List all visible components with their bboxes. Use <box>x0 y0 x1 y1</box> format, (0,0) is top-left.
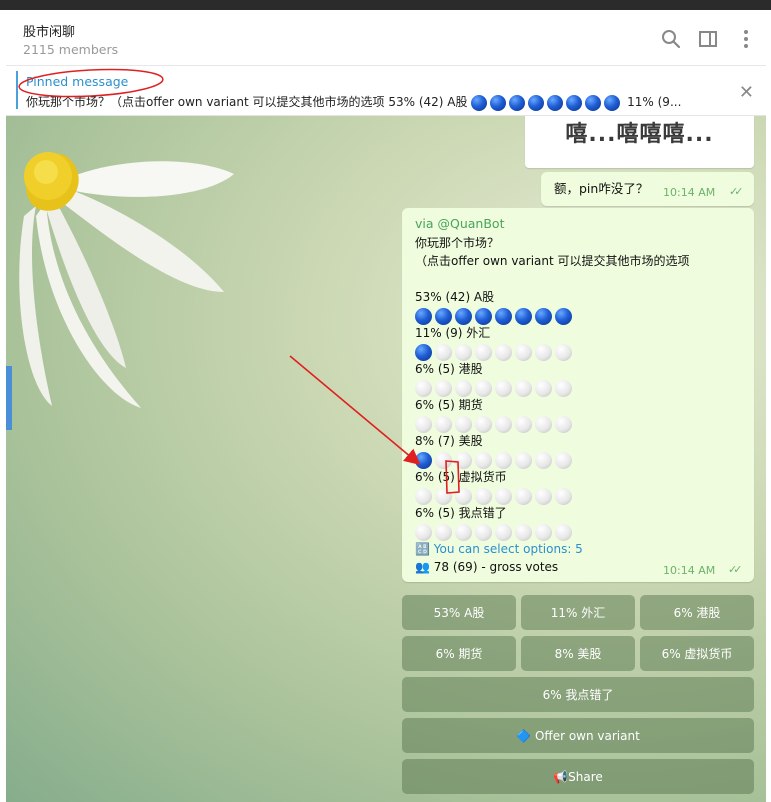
more-menu-icon[interactable] <box>735 28 757 50</box>
window-top-strip <box>0 0 771 10</box>
poll-vote-button[interactable]: 6% 港股 <box>640 595 754 630</box>
poll-vote-button[interactable]: 11% 外汇 <box>521 595 635 630</box>
chat-header: 股市闲聊 2115 members <box>6 10 766 66</box>
poll-vote-button[interactable]: 8% 美股 <box>521 636 635 671</box>
member-count[interactable]: 2115 members <box>23 42 118 57</box>
filled-circle-icon <box>604 94 621 111</box>
filled-circle-icon <box>471 94 488 111</box>
filled-circle-icon <box>585 94 602 111</box>
poll-vote-button[interactable]: 6% 期货 <box>402 636 516 671</box>
filled-circle-icon <box>547 94 564 111</box>
pinned-poll-circles <box>471 94 623 111</box>
close-icon[interactable]: ✕ <box>739 82 754 103</box>
filled-circle-icon <box>566 94 583 111</box>
telegram-window: 股市闲聊 2115 members Pinned message 你玩那个市场？… <box>6 10 766 802</box>
sidebar-toggle-icon[interactable] <box>697 28 719 50</box>
search-icon[interactable] <box>660 28 682 50</box>
chat-area: 嘻...嘻嘻嘻... 额，pin咋没了？ 10:14 AM ✓✓ via @Qu… <box>6 116 766 802</box>
red-ellipse-annotation <box>18 68 164 98</box>
filled-circle-icon <box>490 94 507 111</box>
poll-vote-button[interactable]: 6% 虚拟货币 <box>640 636 754 671</box>
filled-circle-icon <box>528 94 545 111</box>
share-button[interactable]: 📢Share <box>402 759 754 794</box>
poll-vote-button[interactable]: 53% A股 <box>402 595 516 630</box>
pinned-tail: 11% (9... <box>627 95 682 109</box>
chat-title[interactable]: 股市闲聊 <box>23 21 75 40</box>
offer-own-variant-button[interactable]: 🔷 Offer own variant <box>402 718 754 753</box>
vote-wrong-button[interactable]: 6% 我点错了 <box>402 677 754 712</box>
filled-circle-icon <box>509 94 526 111</box>
pinned-message-bar[interactable]: Pinned message 你玩那个市场？（点击offer own varia… <box>6 66 766 116</box>
